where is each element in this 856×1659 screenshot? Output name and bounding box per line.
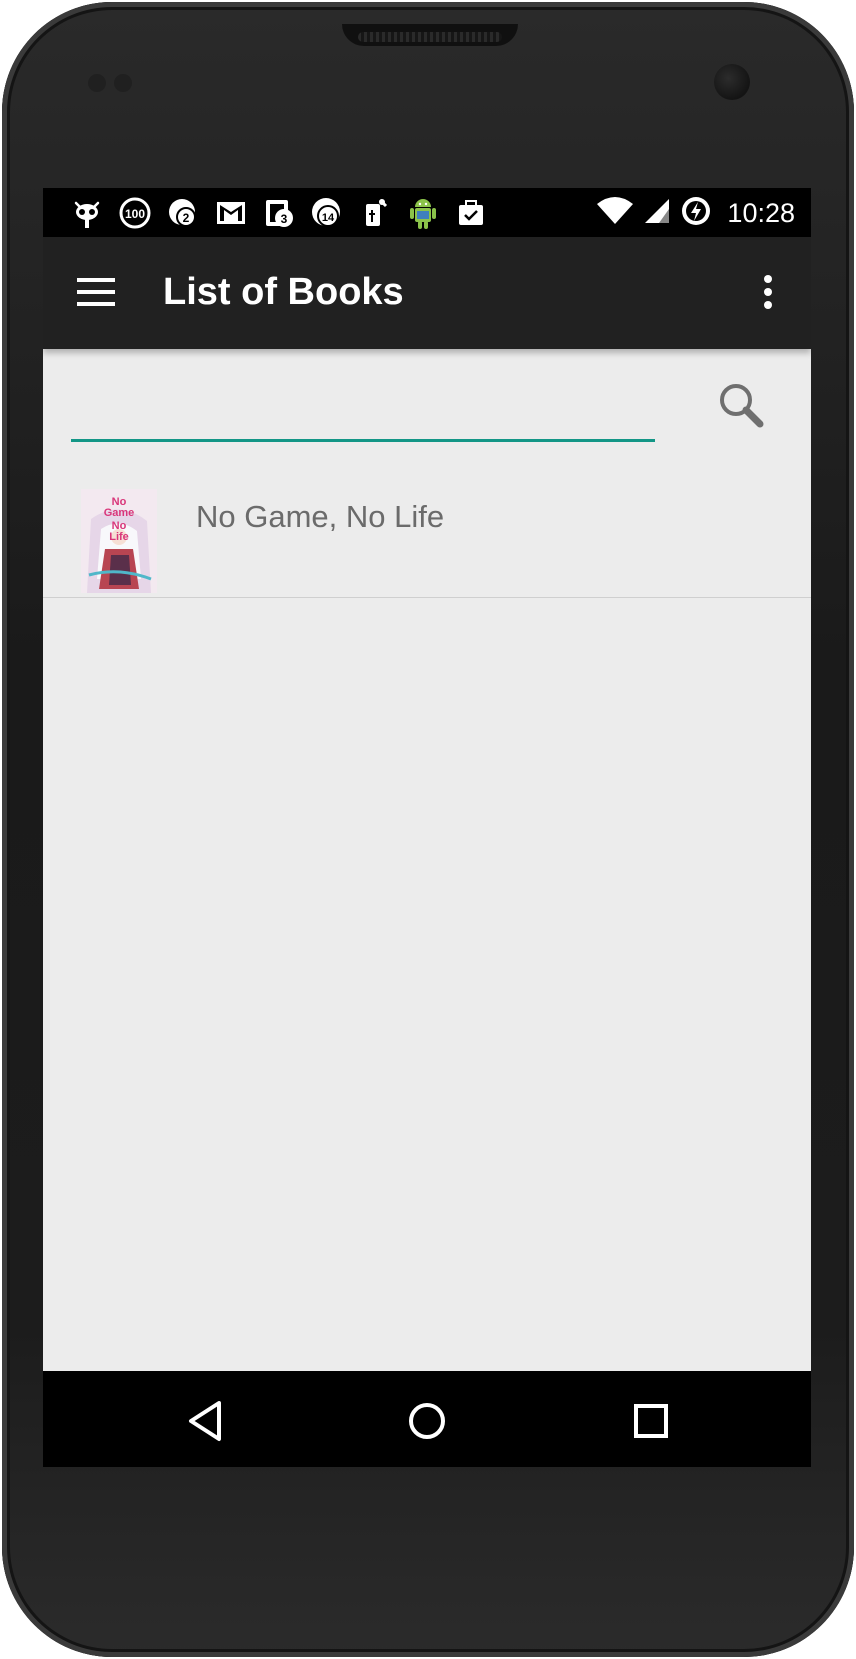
usb-debug-icon xyxy=(351,196,399,230)
list-item[interactable]: No Game No Life No Game, No Life xyxy=(43,469,811,598)
menu-button[interactable] xyxy=(71,267,121,317)
speaker-grill xyxy=(358,32,502,42)
svg-text:Life: Life xyxy=(109,531,129,543)
task-done-icon xyxy=(447,196,495,230)
light-sensor xyxy=(114,74,132,92)
signal-icon xyxy=(643,197,671,230)
android-icon xyxy=(399,196,447,230)
battery-100-icon: 100 xyxy=(111,196,159,230)
page-title: List of Books xyxy=(163,271,404,313)
gmail-icon xyxy=(207,196,255,230)
recents-button[interactable] xyxy=(623,1393,679,1449)
home-icon xyxy=(409,1403,445,1439)
app-bar: List of Books xyxy=(43,237,811,349)
recents-icon xyxy=(634,1404,668,1438)
book-title: No Game, No Life xyxy=(196,499,445,534)
notification-icons: 100 2 3 14 xyxy=(63,196,495,230)
back-icon xyxy=(189,1401,221,1441)
badge-text: 14 xyxy=(322,212,335,224)
book-list: No Game No Life No Game, No Life xyxy=(43,469,811,598)
status-bar: 100 2 3 14 10:28 xyxy=(43,188,811,237)
home-button[interactable] xyxy=(399,1393,455,1449)
overflow-menu-button[interactable] xyxy=(743,267,793,317)
front-camera xyxy=(714,64,750,100)
book-cover: No Game No Life xyxy=(81,489,157,593)
badge-text: 100 xyxy=(125,207,145,221)
badge-text: 3 xyxy=(281,212,288,226)
status-clock: 10:28 xyxy=(727,197,795,228)
cyanogenmod-icon xyxy=(63,196,111,230)
notification-count-icon: 2 xyxy=(159,196,207,230)
multi-window-icon: 3 xyxy=(255,196,303,230)
status-right: 10:28 xyxy=(595,194,795,232)
back-button[interactable] xyxy=(177,1393,233,1449)
search-row xyxy=(43,349,811,469)
more-vert-icon xyxy=(764,275,772,309)
proximity-sensor xyxy=(88,74,106,92)
svg-text:Game: Game xyxy=(104,507,135,519)
search-input[interactable] xyxy=(71,395,655,442)
navigation-bar xyxy=(43,1371,811,1467)
badge-text: 2 xyxy=(183,211,190,225)
hamburger-menu-icon xyxy=(77,278,115,306)
battery-charging-icon xyxy=(679,194,713,233)
notification-count-icon: 14 xyxy=(303,196,351,230)
search-button[interactable] xyxy=(713,377,769,433)
screen: 100 2 3 14 10:28 List of Books No Game N… xyxy=(43,188,811,1467)
wifi-icon xyxy=(595,196,635,231)
search-icon xyxy=(720,384,764,428)
